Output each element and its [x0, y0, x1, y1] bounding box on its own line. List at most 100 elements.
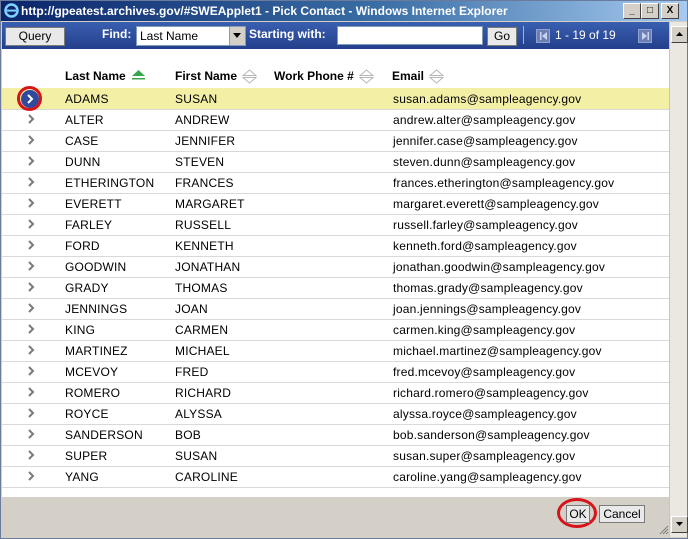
row-email: frances.etherington@sampleagency.gov: [393, 176, 615, 190]
chevron-right-icon[interactable]: [25, 176, 37, 188]
row-first-name: MARGARET: [175, 197, 245, 211]
chevron-right-icon[interactable]: [25, 155, 37, 167]
next-page-button[interactable]: [638, 29, 652, 43]
chevron-right-icon[interactable]: [25, 260, 37, 272]
table-row[interactable]: ROYCE ALYSSA alyssa.royce@sampleagency.gov: [2, 403, 669, 425]
table-row[interactable]: GRADY THOMAS thomas.grady@sampleagency.gov: [2, 277, 669, 299]
scroll-down-button[interactable]: [671, 516, 688, 533]
row-last-name: DUNN: [65, 155, 101, 169]
column-label-work-phone: Work Phone #: [274, 69, 354, 83]
table-row[interactable]: MCEVOY FRED fred.mcevoy@sampleagency.gov: [2, 361, 669, 383]
row-last-name: ALTER: [65, 113, 104, 127]
row-email: susan.adams@sampleagency.gov: [393, 92, 582, 106]
table-row[interactable]: FORD KENNETH kenneth.ford@sampleagency.gov: [2, 235, 669, 257]
row-first-name: JONATHAN: [175, 260, 241, 274]
table-row[interactable]: MARTINEZ MICHAEL michael.martinez@sampleag…: [2, 340, 669, 362]
chevron-right-icon[interactable]: [25, 365, 37, 377]
row-first-name: CAROLINE: [175, 470, 238, 484]
chevron-right-icon[interactable]: [25, 428, 37, 440]
window-title: http://gpeatest.archives.gov/#SWEApplet1…: [21, 4, 508, 18]
chevron-right-icon[interactable]: [25, 197, 37, 209]
row-last-name: EVERETT: [65, 197, 122, 211]
row-email: alyssa.royce@sampleagency.gov: [393, 407, 577, 421]
dropdown-arrow-icon[interactable]: [229, 27, 245, 45]
sort-arrows-icon: [429, 69, 445, 84]
column-header-work-phone[interactable]: Work Phone #: [274, 69, 375, 84]
chevron-right-icon[interactable]: [25, 239, 37, 251]
table-row[interactable]: ADAMS SUSAN susan.adams@sampleagency.gov: [2, 86, 669, 111]
arrow-up-icon: [676, 32, 683, 36]
cancel-button[interactable]: Cancel: [599, 505, 645, 523]
row-email: margaret.everett@sampleagency.gov: [393, 197, 599, 211]
starting-with-label: Starting with:: [249, 27, 326, 41]
resize-grip-icon[interactable]: [659, 525, 669, 535]
row-first-name: MICHAEL: [175, 344, 230, 358]
row-last-name: ETHERINGTON: [65, 176, 155, 190]
column-header-email[interactable]: Email: [392, 69, 445, 84]
row-first-name: STEVEN: [175, 155, 225, 169]
chevron-right-icon[interactable]: [25, 407, 37, 419]
first-page-icon: [540, 32, 547, 40]
chevron-right-icon[interactable]: [25, 113, 37, 125]
table-row[interactable]: SUPER SUSAN susan.super@sampleagency.gov: [2, 445, 669, 467]
table-row[interactable]: GOODWIN JONATHAN jonathan.goodwin@sampleag…: [2, 256, 669, 278]
table-row[interactable]: ETHERINGTON FRANCES frances.etherington@sa…: [2, 172, 669, 194]
sort-ascending-icon: [132, 70, 146, 80]
row-email: steven.dunn@sampleagency.gov: [393, 155, 576, 169]
row-email: kenneth.ford@sampleagency.gov: [393, 239, 577, 253]
table-row[interactable]: DUNN STEVEN steven.dunn@sampleagency.gov: [2, 151, 669, 173]
row-last-name: ADAMS: [65, 92, 109, 106]
chevron-right-icon[interactable]: [25, 302, 37, 314]
table-row[interactable]: CASE JENNIFER jennifer.case@sampleagency.g…: [2, 130, 669, 152]
scroll-up-button[interactable]: [671, 26, 688, 43]
row-email: russell.farley@sampleagency.gov: [393, 218, 578, 232]
chevron-right-icon[interactable]: [25, 470, 37, 482]
row-last-name: MARTINEZ: [65, 344, 128, 358]
column-header-last-name[interactable]: Last Name: [65, 69, 146, 84]
row-last-name: GRADY: [65, 281, 109, 295]
previous-page-button[interactable]: [536, 29, 550, 43]
row-first-name: CARMEN: [175, 323, 229, 337]
row-email: michael.martinez@sampleagency.gov: [393, 344, 602, 358]
column-label-last-name: Last Name: [65, 69, 126, 83]
row-first-name: ANDREW: [175, 113, 230, 127]
ok-button[interactable]: OK: [566, 505, 590, 523]
column-label-first-name: First Name: [175, 69, 238, 83]
chevron-right-icon[interactable]: [25, 449, 37, 461]
last-page-icon: [642, 32, 649, 40]
table-row[interactable]: EVERETT MARGARET margaret.everett@sampleag…: [2, 193, 669, 215]
go-button[interactable]: Go: [487, 27, 517, 46]
column-header-first-name[interactable]: First Name: [175, 69, 258, 84]
table-row[interactable]: ROMERO RICHARD richard.romero@sampleagency…: [2, 382, 669, 404]
row-first-name: THOMAS: [175, 281, 228, 295]
chevron-right-icon[interactable]: [25, 218, 37, 230]
vertical-scrollbar[interactable]: [669, 22, 688, 537]
table-row[interactable]: FARLEY RUSSELL russell.farley@sampleagency…: [2, 214, 669, 236]
chevron-right-icon[interactable]: [25, 134, 37, 146]
starting-with-input[interactable]: [337, 26, 483, 45]
chevron-right-icon[interactable]: [25, 344, 37, 356]
chevron-right-icon[interactable]: [25, 281, 37, 293]
find-label: Find:: [102, 27, 132, 41]
sort-arrows-icon: [242, 69, 258, 84]
table-row[interactable]: SANDERSON BOB bob.sanderson@sampleagency.g…: [2, 424, 669, 446]
close-button[interactable]: X: [661, 3, 679, 19]
chevron-right-icon[interactable]: [25, 386, 37, 398]
column-label-email: Email: [392, 69, 425, 83]
title-bar: http://gpeatest.archives.gov/#SWEApplet1…: [1, 1, 687, 21]
minimize-button[interactable]: _: [623, 3, 641, 19]
table-row[interactable]: YANG CAROLINE caroline.yang@sampleagency.g…: [2, 466, 669, 488]
maximize-button[interactable]: □: [641, 3, 659, 19]
find-field-select[interactable]: Last Name: [136, 26, 246, 46]
row-last-name: JENNINGS: [65, 302, 128, 316]
chevron-right-icon[interactable]: [25, 323, 37, 335]
row-last-name: ROMERO: [65, 386, 121, 400]
query-button[interactable]: Query: [5, 27, 65, 46]
table-row[interactable]: ALTER ANDREW andrew.alter@sampleagency.gov: [2, 109, 669, 131]
table-row[interactable]: JENNINGS JOAN joan.jennings@sampleagency.g…: [2, 298, 669, 320]
table-row[interactable]: KING CARMEN carmen.king@sampleagency.gov: [2, 319, 669, 341]
row-last-name: GOODWIN: [65, 260, 127, 274]
row-last-name: YANG: [65, 470, 99, 484]
row-last-name: FORD: [65, 239, 100, 253]
contact-grid: Last Name First Name Work Phone # Email …: [2, 49, 669, 497]
